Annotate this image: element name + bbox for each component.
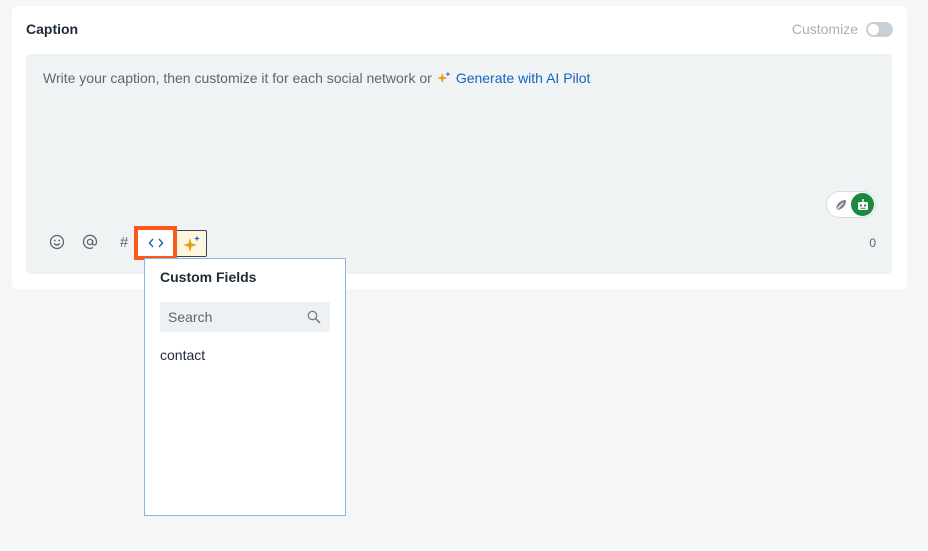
customize-label: Customize — [791, 21, 858, 37]
caption-title: Caption — [26, 21, 79, 37]
mention-button[interactable] — [79, 231, 101, 253]
generate-ai-pilot-link[interactable]: Generate with AI Pilot — [456, 70, 591, 86]
search-input[interactable] — [160, 309, 300, 325]
at-icon — [82, 234, 98, 249]
caption-card: Caption Customize Write your caption, th… — [12, 6, 907, 289]
character-count: 0 — [869, 236, 876, 250]
bot-icon[interactable] — [851, 193, 874, 216]
custom-fields-dropdown: Custom Fields contact — [144, 258, 346, 516]
ai-assist-button[interactable] — [177, 230, 207, 257]
hashtag-button[interactable]: # — [113, 231, 135, 253]
leaf-icon — [835, 199, 846, 210]
emoji-button[interactable] — [46, 231, 68, 253]
search-icon — [307, 310, 321, 324]
smile-icon — [49, 234, 65, 250]
robot-icon — [857, 198, 868, 210]
customize-control[interactable]: Customize — [792, 21, 893, 37]
custom-fields-search[interactable] — [160, 302, 330, 332]
custom-field-item-contact[interactable]: contact — [160, 347, 205, 363]
sparkle-icon — [436, 71, 451, 84]
toggle-knob — [868, 23, 879, 35]
caption-editor[interactable]: Write your caption, then customize it fo… — [26, 54, 892, 274]
placeholder-text: Write your caption, then customize it fo… — [43, 70, 432, 86]
caption-placeholder: Write your caption, then customize it fo… — [43, 70, 590, 86]
code-brackets-icon — [148, 238, 163, 248]
editor-toolbar: # 0 — [26, 226, 892, 260]
customize-toggle[interactable] — [866, 21, 893, 37]
custom-fields-button[interactable] — [134, 226, 177, 260]
sparkle-icon — [182, 235, 200, 252]
assistant-pill[interactable] — [826, 191, 876, 218]
custom-fields-title: Custom Fields — [160, 269, 257, 285]
